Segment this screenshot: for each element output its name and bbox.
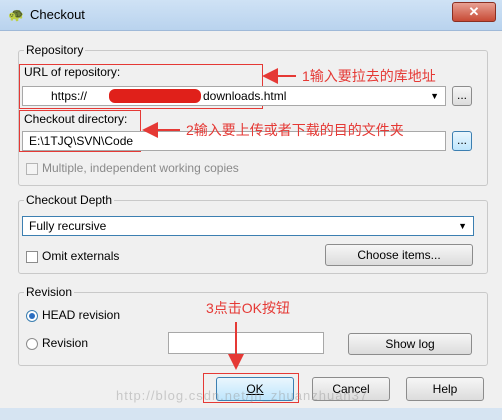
annotation-step2: 2输入要上传或者下载的目的文件夹 (186, 122, 404, 138)
watermark-text: http://blog.csdn.net/jn_zhuanzhuan37 (116, 388, 369, 403)
annotation-step3: 3点击OK按钮 (206, 300, 291, 316)
annotation-step1: 1输入要拉去的库地址 (302, 68, 436, 84)
annotation-arrows (142, 68, 296, 370)
